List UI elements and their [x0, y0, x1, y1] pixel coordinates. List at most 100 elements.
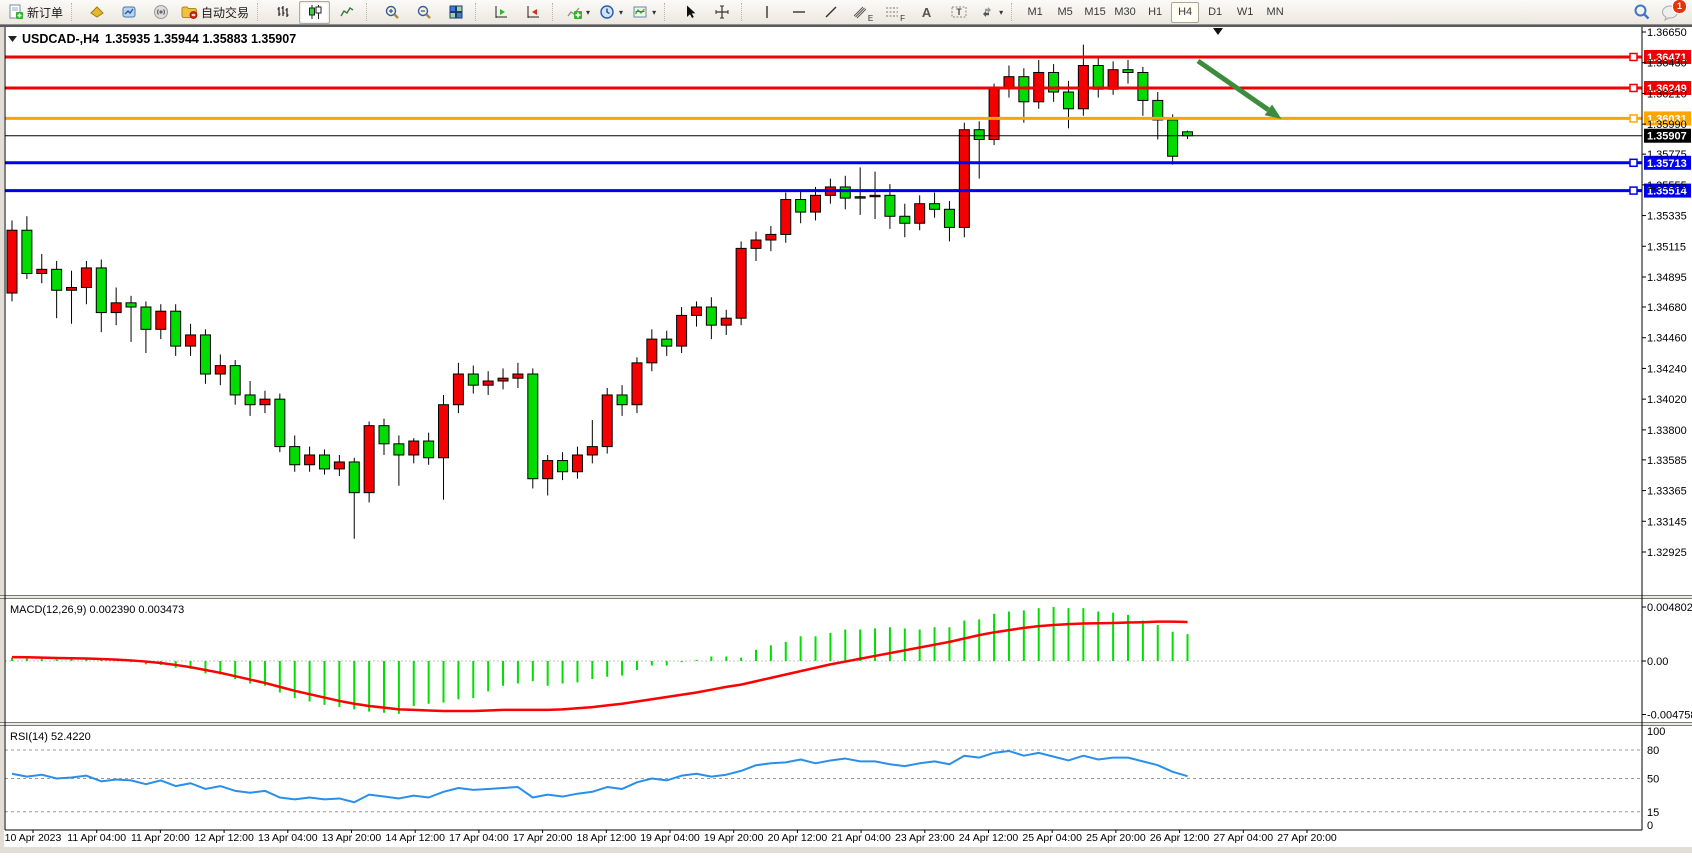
date-tick-label: 27 Apr 20:00 [1277, 832, 1337, 844]
date-axis[interactable]: 10 Apr 202311 Apr 04:0011 Apr 20:0012 Ap… [5, 830, 1337, 844]
timeframe-m30-button[interactable]: M30 [1111, 2, 1139, 23]
macd-axis-label: 0.00 [1647, 656, 1668, 668]
chart-canvas[interactable]: 1.364711.362491.360311.359071.357131.355… [0, 25, 1692, 853]
date-tick-label: 13 Apr 20:00 [322, 832, 382, 844]
chart-window-button[interactable] [113, 1, 144, 24]
date-tick-label: 21 Apr 04:00 [831, 832, 891, 844]
support-line-2-handle[interactable] [1630, 187, 1637, 194]
chat-icon[interactable]: 1 [1661, 4, 1680, 21]
toolbar-separator [1011, 3, 1017, 21]
channel-icon [852, 4, 869, 20]
price-tick-label: 1.33145 [1647, 516, 1687, 528]
cursor-button[interactable] [674, 1, 705, 24]
indicators-icon [566, 4, 582, 20]
timeframe-w1-button[interactable]: W1 [1231, 2, 1259, 23]
macd-axis-label: -0.004758 [1647, 709, 1692, 721]
price-tick-label: 1.34895 [1647, 272, 1687, 284]
date-tick-label: 11 Apr 20:00 [131, 832, 190, 844]
text-label-button[interactable]: T [943, 1, 974, 24]
autotrading-button[interactable]: 自动交易 [177, 1, 253, 24]
price-tick-label: 1.34460 [1647, 333, 1687, 345]
price-tick-label: 1.34020 [1647, 394, 1687, 406]
templates-button[interactable]: ▾ [628, 1, 660, 24]
horizontal-line-icon [791, 4, 807, 20]
autotrading-label: 自动交易 [201, 4, 249, 21]
search-icon[interactable] [1633, 3, 1651, 21]
date-tick-label: 18 Apr 12:00 [577, 832, 637, 844]
svg-text:T: T [956, 7, 962, 17]
fibonacci-button[interactable]: F [879, 1, 910, 24]
signals-icon [153, 4, 169, 20]
zoom-out-icon [416, 4, 432, 20]
date-tick-label: 20 Apr 12:00 [768, 832, 828, 844]
arrows-button[interactable]: ▾ [975, 1, 1007, 24]
toolbar-separator [475, 3, 481, 21]
trendline-button[interactable] [815, 1, 846, 24]
panel-splitter[interactable] [0, 722, 1692, 726]
bar-chart-button[interactable] [267, 1, 298, 24]
new-order-button[interactable]: 新订单 [4, 1, 67, 24]
timeframe-mn-button[interactable]: MN [1261, 2, 1289, 23]
price-tick-label: 1.36430 [1647, 58, 1687, 70]
candlestick-chart-icon [307, 4, 323, 20]
date-tick-label: 13 Apr 04:00 [258, 832, 318, 844]
signals-button[interactable] [145, 1, 176, 24]
crosshair-button[interactable] [706, 1, 737, 24]
horizontal-line-button[interactable] [783, 1, 814, 24]
timeframe-m1-button[interactable]: M1 [1021, 2, 1049, 23]
price-tick-label: 1.35335 [1647, 211, 1687, 223]
date-tick-label: 19 Apr 04:00 [640, 832, 700, 844]
candlestick-chart-button[interactable] [299, 1, 330, 24]
cursor-icon [682, 4, 698, 20]
zoom-out-button[interactable] [408, 1, 439, 24]
market-watch-button[interactable] [81, 1, 112, 24]
main-toolbar: 新订单 自动交易 [0, 0, 1692, 25]
date-tick-label: 17 Apr 04:00 [449, 832, 509, 844]
arrows-icon [979, 4, 995, 20]
timeframe-d1-button[interactable]: D1 [1201, 2, 1229, 23]
text-icon: A [922, 5, 931, 20]
rsi-axis-label: 50 [1647, 774, 1659, 786]
trendline-icon [823, 4, 839, 20]
timeframe-m5-button[interactable]: M5 [1051, 2, 1079, 23]
periods-icon [599, 4, 615, 20]
date-tick-label: 25 Apr 04:00 [1022, 832, 1082, 844]
crosshair-icon [714, 4, 730, 20]
chart-shift-icon [493, 4, 509, 20]
chart-window: 1.364711.362491.360311.359071.357131.355… [0, 25, 1692, 853]
indicators-button[interactable]: ▾ [562, 1, 594, 24]
indicators-dropdown-caret: ▾ [586, 8, 590, 17]
macd-axis-label: 0.004802 [1647, 602, 1692, 614]
channel-button[interactable]: E [847, 1, 878, 24]
auto-scroll-button[interactable] [517, 1, 548, 24]
timeframe-h4-button[interactable]: H4 [1171, 2, 1199, 23]
symbol-title: USDCAD-,H4 [22, 32, 99, 46]
pivot-line-handle[interactable] [1630, 115, 1637, 122]
vertical-line-button[interactable] [751, 1, 782, 24]
macd-label: MACD(12,26,9) 0.002390 0.003473 [10, 604, 184, 616]
chart-window-icon [121, 4, 137, 20]
panel-splitter[interactable] [0, 595, 1692, 599]
ohlc-values: 1.35935 1.35944 1.35883 1.35907 [105, 32, 296, 46]
resistance-line-2-handle[interactable] [1630, 84, 1637, 91]
arrows-dropdown-caret: ▾ [999, 8, 1003, 17]
timeframe-h1-button[interactable]: H1 [1141, 2, 1169, 23]
price-tick-label: 1.32925 [1647, 547, 1687, 559]
current-price-line-price-label: 1.35907 [1647, 131, 1687, 143]
date-tick-label: 11 Apr 04:00 [67, 832, 126, 844]
toolbar-separator [552, 3, 558, 21]
bar-chart-icon [275, 4, 291, 20]
line-chart-button[interactable] [331, 1, 362, 24]
text-button[interactable]: A [911, 1, 942, 24]
tile-windows-button[interactable] [440, 1, 471, 24]
zoom-in-button[interactable] [376, 1, 407, 24]
chart-shift-button[interactable] [485, 1, 516, 24]
resistance-line-1-handle[interactable] [1630, 53, 1637, 60]
timeframe-m15-button[interactable]: M15 [1081, 2, 1109, 23]
support-line-1-handle[interactable] [1630, 159, 1637, 166]
price-tick-label: 1.35990 [1647, 119, 1687, 131]
periods-button[interactable]: ▾ [595, 1, 627, 24]
toolbar-separator [664, 3, 670, 21]
date-tick-label: 17 Apr 20:00 [513, 832, 573, 844]
rsi-axis-label: 100 [1647, 726, 1665, 738]
